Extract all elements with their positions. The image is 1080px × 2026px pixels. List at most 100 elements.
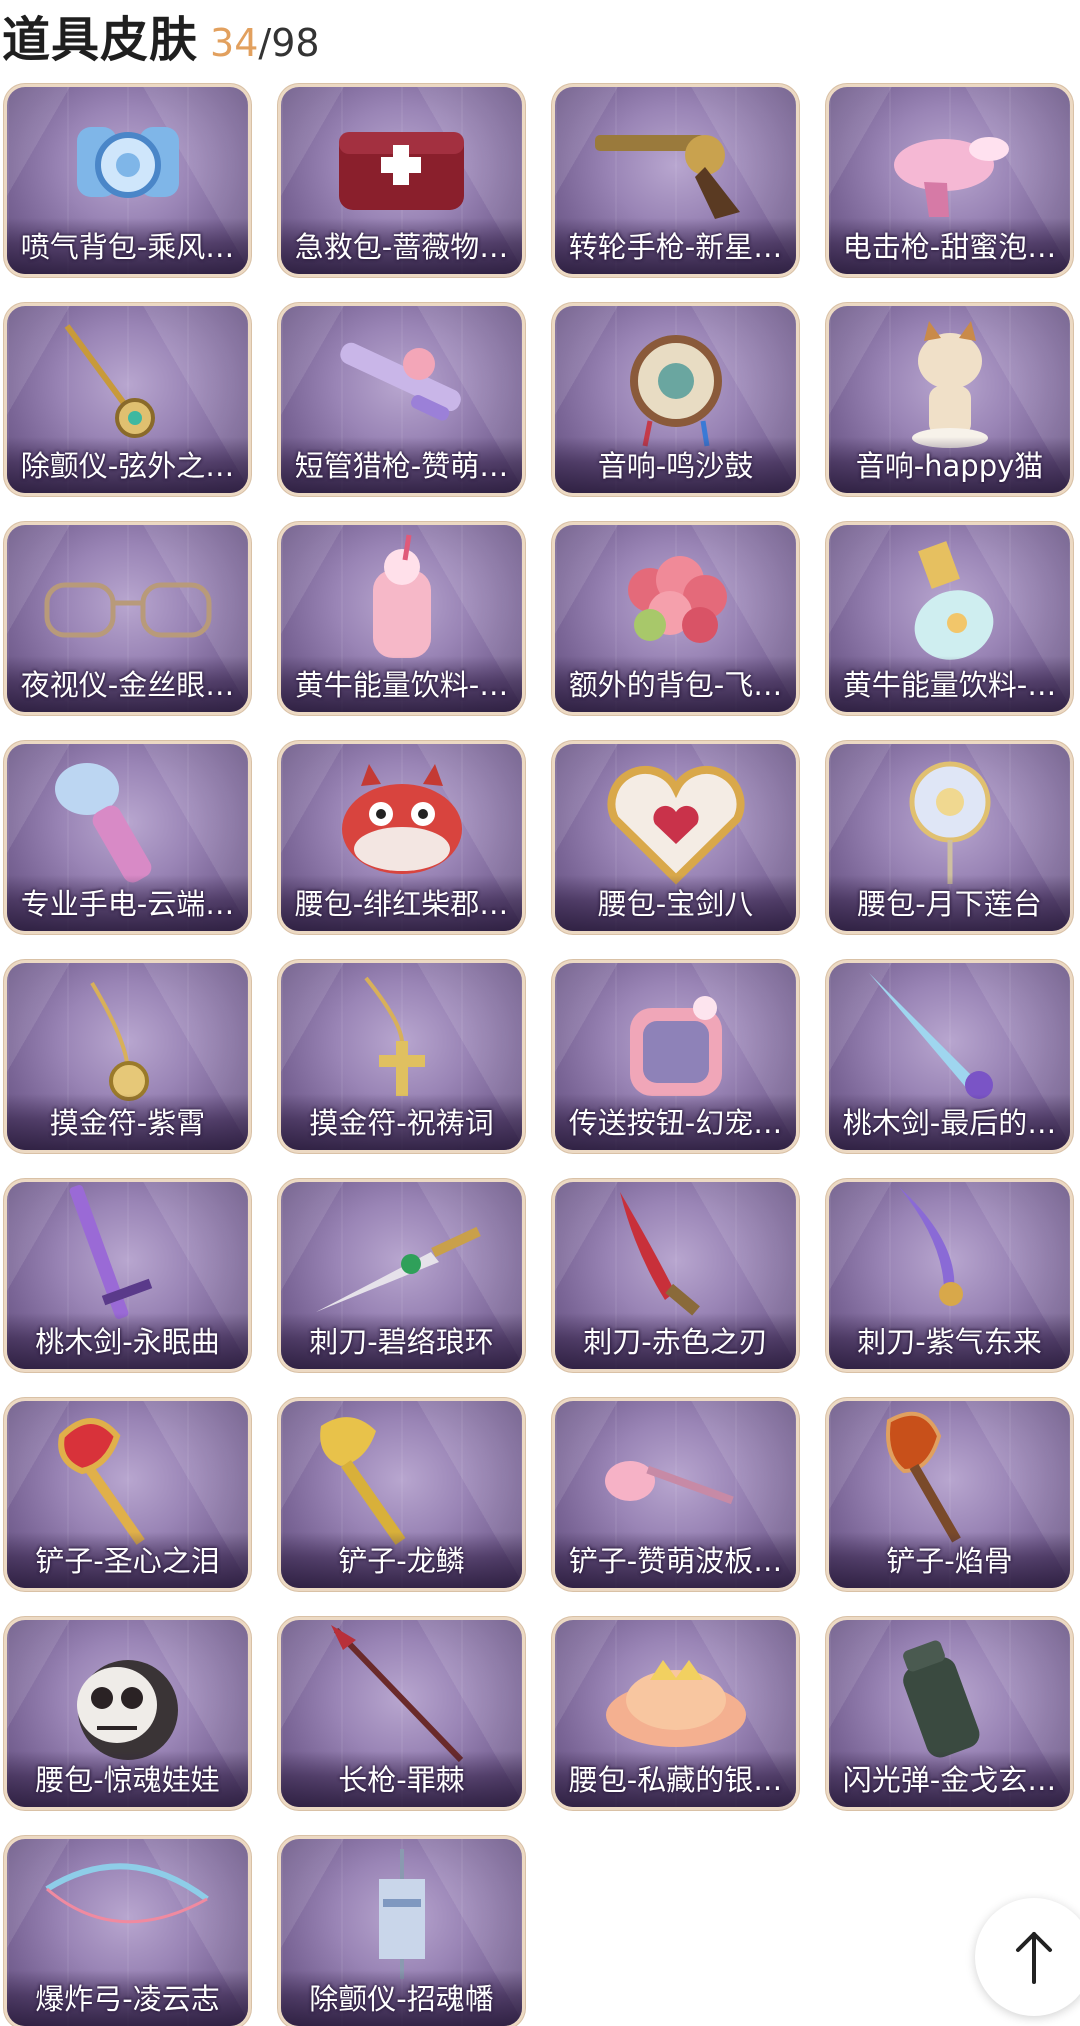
- skin-card[interactable]: 刺刀-紫气东来: [829, 1182, 1070, 1369]
- skin-card[interactable]: 爆炸弓-凌云志: [7, 1839, 248, 2026]
- skin-card[interactable]: 转轮手枪-新星…: [555, 87, 796, 274]
- owned-count: 34: [210, 21, 259, 65]
- skin-name: 闪光弹-金戈玄…: [842, 1763, 1057, 1797]
- skin-card[interactable]: 电击枪-甜蜜泡…: [829, 87, 1070, 274]
- skin-card[interactable]: 黄牛能量饮料-…: [281, 525, 522, 712]
- skin-name: 专业手电-云端…: [20, 887, 235, 921]
- skin-name: 腰包-宝剑八: [597, 887, 754, 921]
- skin-card[interactable]: 额外的背包-飞…: [555, 525, 796, 712]
- skin-card[interactable]: 短管猎枪-赞萌…: [281, 306, 522, 493]
- banner-icon: [379, 1849, 425, 1979]
- skin-card[interactable]: 音响-鸣沙鼓: [555, 306, 796, 493]
- skin-name: 传送按钮-幻宠…: [568, 1106, 783, 1140]
- skin-name: 铲子-赞萌波板…: [568, 1544, 783, 1578]
- flower-backpack-icon: [628, 556, 727, 643]
- skin-card[interactable]: 腰包-惊魂娃娃: [7, 1620, 248, 1807]
- skin-card[interactable]: 腰包-绯红柴郡…: [281, 744, 522, 931]
- section-header: 道具皮肤 34/98: [2, 0, 320, 68]
- skin-card[interactable]: 刺刀-碧络琅环: [281, 1182, 522, 1369]
- skin-name: 夜视仪-金丝眼…: [20, 668, 235, 702]
- skin-card[interactable]: 铲子-龙鳞: [281, 1401, 522, 1588]
- skin-card[interactable]: 腰包-宝剑八: [555, 744, 796, 931]
- skin-grid: 喷气背包-乘风… 急救包-蔷薇物… 转轮手枪-新星… 电击枪-甜蜜泡… 除颤仪-弦外之……: [7, 87, 1073, 2026]
- red-blade-icon: [620, 1192, 700, 1316]
- skin-name: 短管猎枪-赞萌…: [294, 449, 509, 483]
- skin-name: 爆炸弓-凌云志: [35, 1982, 220, 2016]
- pink-shovel-icon: [605, 1461, 734, 1505]
- skin-card[interactable]: 摸金符-紫霄: [7, 963, 248, 1150]
- horn-sword-icon: [869, 973, 993, 1099]
- shotgun-icon: [340, 342, 461, 421]
- skin-card[interactable]: 闪光弹-金戈玄…: [829, 1620, 1070, 1807]
- cross-amulet-icon: [364, 976, 425, 1096]
- skin-card[interactable]: 传送按钮-幻宠…: [555, 963, 796, 1150]
- gold-shovel-icon: [320, 1417, 406, 1545]
- revolver-icon: [595, 135, 740, 219]
- skin-name: 音响-happy猫: [855, 449, 1044, 483]
- skin-name: 摸金符-紫霄: [49, 1106, 206, 1140]
- skin-name: 额外的背包-飞…: [568, 668, 783, 702]
- total-count: 98: [271, 21, 320, 65]
- ruby-shovel-icon: [58, 1418, 145, 1545]
- count-separator: /: [258, 21, 272, 65]
- skin-card[interactable]: 腰包-月下莲台: [829, 744, 1070, 931]
- skin-name: 音响-鸣沙鼓: [597, 449, 754, 483]
- purple-blade-icon: [899, 1187, 963, 1306]
- skin-name: 刺刀-紫气东来: [857, 1325, 1042, 1359]
- flame-shovel-icon: [886, 1411, 961, 1543]
- skin-card[interactable]: 长枪-罪棘: [281, 1620, 522, 1807]
- bottle-icon: [914, 541, 994, 660]
- skin-card[interactable]: 音响-happy猫: [829, 306, 1070, 493]
- skin-card[interactable]: 腰包-私藏的银…: [555, 1620, 796, 1807]
- skull-doll-icon: [77, 1660, 178, 1760]
- skin-name: 除颤仪-招魂幡: [309, 1982, 494, 2016]
- skin-name: 桃木剑-最后的…: [842, 1106, 1057, 1140]
- skin-name: 铲子-圣心之泪: [35, 1544, 220, 1578]
- skin-name: 腰包-绯红柴郡…: [294, 887, 509, 921]
- skin-name: 腰包-私藏的银…: [568, 1763, 783, 1797]
- purple-sword-icon: [69, 1184, 153, 1320]
- skin-card[interactable]: 除颤仪-弦外之…: [7, 306, 248, 493]
- bow-icon: [45, 1863, 209, 1924]
- drum-speaker-icon: [630, 335, 722, 447]
- skin-card[interactable]: 夜视仪-金丝眼…: [7, 525, 248, 712]
- cat-speaker-icon: [912, 321, 988, 448]
- skin-name: 黄牛能量饮料-…: [294, 668, 509, 702]
- skin-name: 刺刀-碧络琅环: [309, 1325, 494, 1359]
- skin-name: 腰包-惊魂娃娃: [35, 1763, 220, 1797]
- skin-card[interactable]: 急救包-蔷薇物…: [281, 87, 522, 274]
- skin-card[interactable]: 桃木剑-永眠曲: [7, 1182, 248, 1369]
- skin-card[interactable]: 铲子-焰骨: [829, 1401, 1070, 1588]
- skin-name: 腰包-月下莲台: [857, 887, 1042, 921]
- heart-bag-icon: [607, 766, 745, 885]
- stun-gun-icon: [894, 137, 1009, 217]
- skin-name: 电击枪-甜蜜泡…: [842, 230, 1057, 264]
- skin-card[interactable]: 除颤仪-招魂幡: [281, 1839, 522, 2026]
- skin-card[interactable]: 摸金符-祝祷词: [281, 963, 522, 1150]
- amulet-icon: [90, 981, 149, 1101]
- skin-card[interactable]: 喷气背包-乘风…: [7, 87, 248, 274]
- defibrillator-icon: [64, 324, 155, 438]
- teleport-button-icon: [630, 996, 722, 1096]
- skin-name: 急救包-蔷薇物…: [294, 230, 509, 264]
- skin-name: 摸金符-祝祷词: [309, 1106, 494, 1140]
- skin-card[interactable]: 刺刀-赤色之刃: [555, 1182, 796, 1369]
- lotus-bag-icon: [909, 761, 991, 884]
- skin-name: 铲子-焰骨: [886, 1544, 1013, 1578]
- flashbang-icon: [903, 1640, 980, 1758]
- skin-card[interactable]: 铲子-圣心之泪: [7, 1401, 248, 1588]
- skin-card[interactable]: 桃木剑-最后的…: [829, 963, 1070, 1150]
- skin-card[interactable]: 铲子-赞萌波板…: [555, 1401, 796, 1588]
- drink-icon: [373, 534, 431, 658]
- skin-name: 铲子-龙鳞: [338, 1544, 465, 1578]
- flashlight-icon: [55, 763, 152, 883]
- spear-icon: [331, 1625, 464, 1763]
- cloud-bag-icon: [606, 1660, 746, 1747]
- skin-card[interactable]: 黄牛能量饮料-…: [829, 525, 1070, 712]
- skin-name: 桃木剑-永眠曲: [35, 1325, 220, 1359]
- jetpack-icon: [77, 127, 179, 198]
- skin-card[interactable]: 专业手电-云端…: [7, 744, 248, 931]
- skin-name: 除颤仪-弦外之…: [20, 449, 235, 483]
- arrow-up-icon: [1016, 1932, 1052, 1984]
- medkit-icon: [339, 132, 464, 210]
